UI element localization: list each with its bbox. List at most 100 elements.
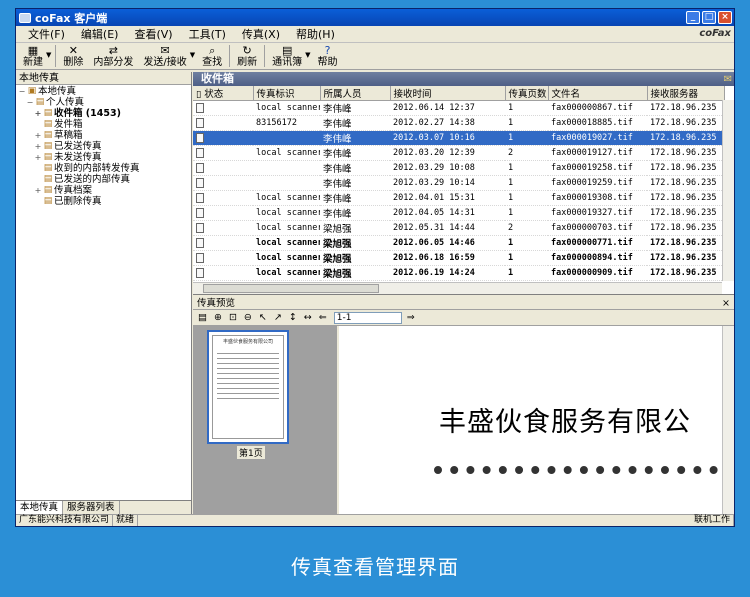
fax-row[interactable]: 李伟峰 2012.03.29 10:14 1 fax000019259.tif 172.… [193, 175, 724, 191]
rotate-right-icon[interactable]: ↗ [274, 312, 282, 323]
find-button[interactable]: ⌕ 查找 [197, 44, 227, 69]
fax-row[interactable]: local scanner 李伟峰 2012.03.20 12:39 2 fax0000… [193, 145, 724, 161]
caption: 传真查看管理界面 [291, 555, 459, 579]
help-button[interactable]: ? 帮助 [313, 44, 343, 69]
scrollbar-thumb[interactable] [203, 284, 379, 293]
tree-item[interactable]: + ▤ 已发送传真 [16, 141, 191, 152]
tree-item[interactable]: + ▤ 草稿箱 [16, 130, 191, 141]
tree-expander-icon[interactable]: + [34, 185, 42, 196]
fax-cell-owner: 梁旭强 [320, 235, 390, 251]
thumbnail-toggle-icon[interactable]: ▤ [198, 312, 207, 323]
fax-cell-owner: 李伟峰 [320, 115, 390, 131]
document-title: 丰盛伙食服务有限公 [439, 407, 691, 438]
fit-height-icon[interactable]: ↕ [289, 312, 297, 323]
fax-cell-id: local scanner [253, 190, 320, 206]
fax-row[interactable]: local scanner 梁旭强 2012.06.19 14:24 1 fax0000… [193, 265, 724, 281]
tree-item[interactable]: − ▣ 本地传真 [16, 86, 191, 97]
preview-close-icon[interactable]: × [722, 297, 730, 310]
fax-row[interactable]: local scanner 李伟峰 2012.04.01 15:31 1 fax0000… [193, 190, 724, 206]
actual-size-icon[interactable]: ⊡ [229, 312, 237, 323]
tree-item[interactable]: + ▤ 传真档案 [16, 185, 191, 196]
tree-expander-icon[interactable]: − [18, 86, 26, 97]
tab-local-fax[interactable]: 本地传真 [16, 501, 64, 514]
fax-row[interactable]: local scanner 李伟峰 2012.06.14 12:37 1 fax0000… [193, 100, 724, 116]
fax-row[interactable]: 李伟峰 2012.03.29 10:08 1 fax000019258.tif 172.… [193, 160, 724, 176]
fax-cell-id [253, 175, 320, 191]
tree-item-label: 本地传真 [38, 86, 77, 97]
column-header-pages[interactable]: 传真页数 [505, 86, 549, 101]
folder-pane-header: 本地传真 [16, 72, 191, 85]
folder-pane: 本地传真 − ▣ 本地传真 − ▤ 个人传真 + ▤ 收件箱 (1453) ▤ 发件箱 + ▤ 草稿箱 + ▤… [16, 72, 192, 514]
tree-expander-icon[interactable]: + [34, 130, 42, 141]
refresh-label: 刷新 [237, 57, 258, 68]
minimize-button[interactable]: _ [686, 11, 700, 24]
column-header-received-time[interactable]: 接收时间 [390, 86, 506, 101]
column-header-server[interactable]: 接收服务器 [647, 86, 725, 101]
fax-cell-id: local scanner [253, 205, 320, 221]
document-vertical-scrollbar[interactable] [722, 326, 734, 514]
zoom-out-icon[interactable]: ⊖ [244, 312, 252, 323]
zoom-in-icon[interactable]: ⊕ [214, 312, 222, 323]
fit-width-icon[interactable]: ↔ [304, 312, 312, 323]
fax-row[interactable]: 83156172 李伟峰 2012.02.27 14:38 1 fax000018885… [193, 115, 724, 131]
tree-item[interactable]: ▤ 已删除传真 [16, 196, 191, 207]
fax-cell-time: 2012.03.07 10:16 [390, 130, 505, 146]
address-book-dropdown-icon[interactable]: ▼ [305, 44, 310, 59]
menu-file[interactable]: 文件(F) [20, 26, 73, 42]
menu-help[interactable]: 帮助(H) [288, 26, 343, 42]
fax-cell-server: 172.18.96.235 [647, 190, 724, 206]
tree-item[interactable]: ▤ 发件箱 [16, 119, 191, 130]
fax-list-horizontal-scrollbar[interactable] [193, 282, 722, 294]
tree-expander-icon[interactable]: − [26, 97, 34, 108]
internal-distribute-button[interactable]: ⇄ 内部分发 [88, 44, 138, 69]
send-receive-dropdown-icon[interactable]: ▼ [190, 44, 195, 59]
rotate-left-icon[interactable]: ↖ [259, 312, 267, 323]
toolbar-separator [55, 45, 57, 67]
column-header-fax-id[interactable]: 传真标识 [253, 86, 321, 101]
tree-item[interactable]: − ▤ 个人传真 [16, 97, 191, 108]
tree-expander-icon[interactable]: + [34, 141, 42, 152]
page-range-input[interactable]: 1-1 [333, 311, 402, 324]
prev-page-icon[interactable]: ⇐ [319, 312, 327, 323]
refresh-button[interactable]: ↻ 刷新 [232, 44, 262, 69]
tree-item-label: 收到的内部转发传真 [54, 163, 140, 174]
column-header-filename[interactable]: 文件名 [548, 86, 648, 101]
send-receive-button[interactable]: ✉ 发送/接收 [138, 44, 191, 69]
fax-row[interactable]: local scanner 梁旭强 2012.05.31 14:44 2 fax0000… [193, 220, 724, 236]
column-header-owner[interactable]: 所属人员 [320, 86, 391, 101]
fax-row[interactable]: local scanner 梁旭强 2012.06.18 16:59 1 fax0000… [193, 250, 724, 266]
menu-fax[interactable]: 传真(X) [234, 26, 288, 42]
close-button[interactable]: × [718, 11, 732, 24]
tree-item[interactable]: ▤ 已发送的内部传真 [16, 174, 191, 185]
column-header-status[interactable]: ▯ 状态 [193, 86, 254, 101]
tree-expander-icon[interactable]: + [34, 108, 42, 119]
fax-cell-file: fax000019327.tif [548, 205, 647, 221]
tree-item[interactable]: + ▤ 未发送传真 [16, 152, 191, 163]
tree-expander-icon[interactable]: + [34, 152, 42, 163]
status-bar: 广东能兴科技有限公司 就绪 联机工作 [16, 514, 734, 526]
fax-row[interactable]: local scanner 梁旭强 2012.06.05 14:46 1 fax0000… [193, 235, 724, 251]
next-page-icon[interactable]: ⇒ [407, 312, 415, 323]
menu-view[interactable]: 查看(V) [126, 26, 180, 42]
tab-server-list[interactable]: 服务器列表 [63, 501, 120, 514]
fax-list-vertical-scrollbar[interactable] [722, 100, 734, 281]
new-dropdown-icon[interactable]: ▼ [46, 44, 51, 59]
new-button[interactable]: ▦ 新建 [18, 44, 48, 69]
tree-item[interactable]: + ▤ 收件箱 (1453) [16, 108, 191, 119]
fax-row[interactable]: 李伟峰 2012.03.07 10:16 1 fax000019027.tif 172.… [193, 130, 724, 146]
fax-cell-time: 2012.04.05 14:31 [390, 205, 505, 221]
fax-cell-file: fax000000894.tif [548, 250, 647, 266]
menu-edit[interactable]: 编辑(E) [73, 26, 127, 42]
tree-item-label: 已发送传真 [54, 141, 102, 152]
fax-cell-id: 83156172 [253, 115, 320, 131]
fax-cell-id: local scanner [253, 265, 320, 281]
folder-icon: ▤ [43, 174, 53, 184]
maximize-button[interactable]: □ [702, 11, 716, 24]
tree-item[interactable]: ▤ 收到的内部转发传真 [16, 163, 191, 174]
fax-row[interactable]: local scanner 李伟峰 2012.04.05 14:31 1 fax0000… [193, 205, 724, 221]
menu-tools[interactable]: 工具(T) [181, 26, 234, 42]
delete-button[interactable]: ✕ 删除 [58, 44, 88, 69]
page-thumbnail[interactable]: 丰盛伙食服务有限公司 [207, 330, 289, 444]
tree-item-label: 草稿箱 [54, 130, 83, 141]
address-book-button[interactable]: ▤ 通讯簿 [267, 44, 307, 69]
